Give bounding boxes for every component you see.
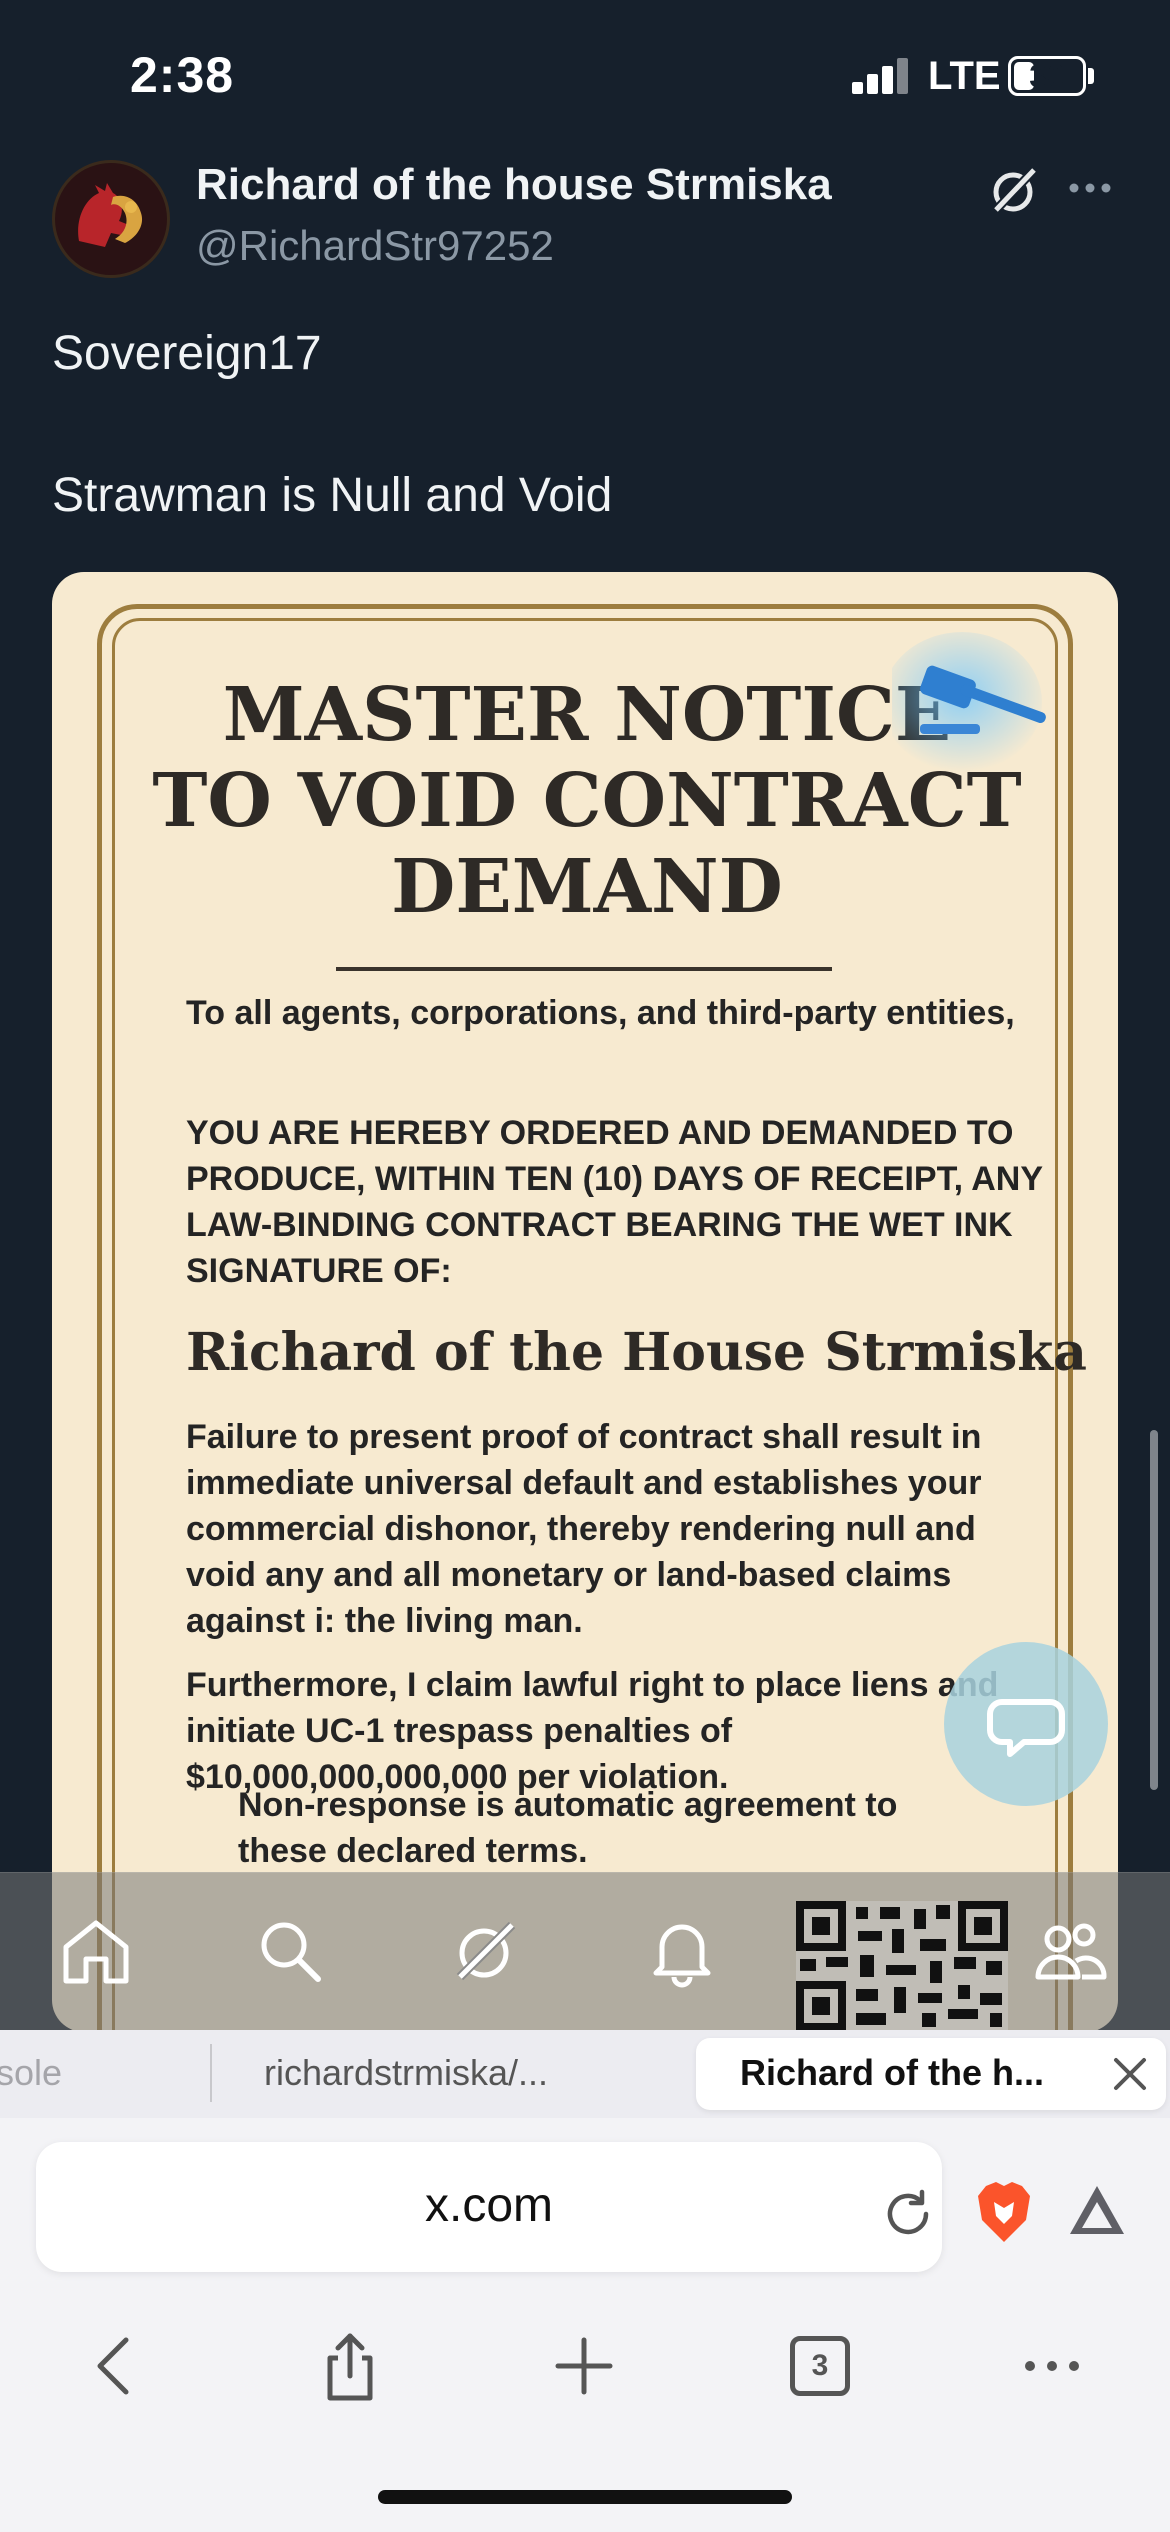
communities-icon[interactable] (1030, 1911, 1110, 1991)
back-icon[interactable] (78, 2328, 154, 2404)
new-tab-icon[interactable] (546, 2328, 622, 2404)
notice-closing: Non-response is automatic agreement to t… (238, 1786, 898, 1870)
browser-tab-title: Richard of the h... (740, 2052, 1045, 2093)
chat-bubble-icon (987, 1699, 1065, 1757)
tweet-text-line-1: Sovereign17 (52, 327, 322, 380)
notice-name: Richard of the House Strmiska (186, 1322, 1087, 1383)
title-divider (336, 967, 832, 971)
url-bar[interactable]: x.com (36, 2142, 942, 2272)
share-icon[interactable] (312, 2328, 388, 2404)
notifications-icon[interactable] (642, 1911, 722, 1991)
notice-claim-paragraph: Furthermore, I claim lawful right to pla… (186, 1666, 999, 1796)
status-bar: 2:38 LTE 30 (0, 0, 1170, 140)
signal-icon (852, 58, 908, 94)
notice-order: YOU ARE HEREBY ORDERED AND DEMANDED TO P… (186, 1114, 1043, 1290)
chat-button[interactable] (944, 1642, 1108, 1806)
tab-separator (210, 2044, 212, 2102)
rewards-triangle-icon[interactable] (1066, 2182, 1128, 2238)
avatar[interactable] (52, 160, 170, 278)
tweet-text-line-2: Strawman is Null and Void (52, 469, 613, 522)
qr-code (796, 1901, 1008, 2031)
notice-failure-paragraph: Failure to present proof of contract sha… (186, 1418, 982, 1640)
battery-icon: 30 (1008, 56, 1086, 96)
home-icon[interactable] (56, 1911, 136, 1991)
menu-icon[interactable] (1014, 2328, 1090, 2404)
browser-tab[interactable]: richardstrmiska/... (264, 2052, 548, 2094)
status-time: 2:38 (130, 47, 235, 103)
battery-tip (1088, 68, 1094, 84)
close-tab-icon[interactable] (1108, 2052, 1152, 2096)
notice-title-line: DEMAND (391, 844, 783, 930)
network-label: LTE (928, 54, 1001, 98)
home-indicator[interactable] (378, 2490, 792, 2504)
grok-icon[interactable] (986, 162, 1042, 218)
browser-tab[interactable]: sole (0, 2052, 62, 2094)
reload-icon[interactable] (880, 2186, 936, 2242)
scrollbar[interactable] (1150, 1430, 1158, 1790)
grok-icon[interactable] (446, 1911, 526, 1991)
user-handle[interactable]: @RichardStr97252 (196, 222, 554, 270)
brave-shields-icon[interactable] (974, 2180, 1034, 2244)
browser-toolbar: x.com 3 (0, 2118, 1170, 2532)
tweet-media-image[interactable]: MASTER NOTICE TO VOID CONTRACT DEMAND To… (52, 572, 1118, 2032)
more-options-icon[interactable] (1066, 168, 1114, 208)
heraldic-lion-icon (78, 183, 143, 247)
app-tab-bar (0, 1872, 1170, 2031)
tabs-button[interactable]: 3 (782, 2328, 858, 2404)
display-name[interactable]: Richard of the house Strmiska (196, 160, 832, 210)
battery-percent: 30 (1029, 58, 1065, 94)
notice-salutation: To all agents, corporations, and third-p… (186, 994, 1015, 1032)
gavel-icon (892, 632, 1046, 772)
url-text: x.com (424, 2179, 553, 2232)
tabs-count: 3 (790, 2336, 850, 2396)
search-icon[interactable] (250, 1911, 330, 1991)
browser-tab-strip: sole richardstrmiska/... Richard of the … (0, 2030, 1170, 2118)
browser-tab-active[interactable]: Richard of the h... (696, 2038, 1166, 2110)
